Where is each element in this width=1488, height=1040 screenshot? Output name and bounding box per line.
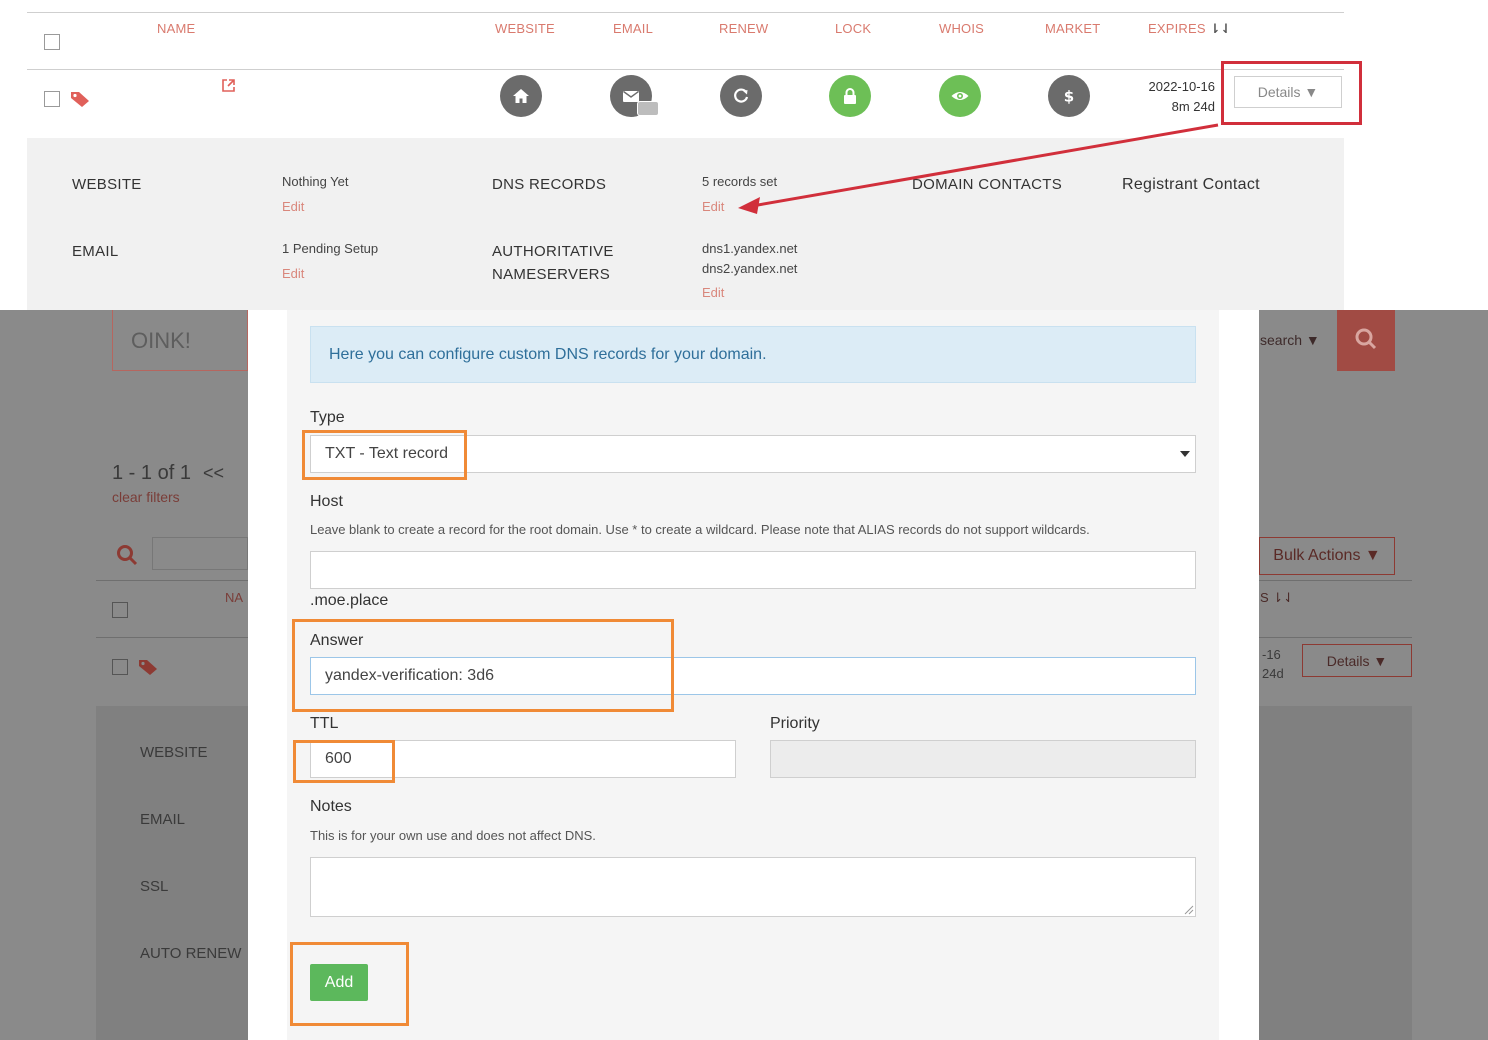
bg-details-button: Details ▼	[1302, 644, 1412, 677]
bg-ssl-label: SSL	[140, 878, 169, 895]
bg-divider	[96, 580, 248, 581]
bg-tag-icon	[139, 660, 157, 675]
domain-list-panel: NAME WEBSITE EMAIL RENEW LOCK WHOIS MARK…	[0, 0, 1488, 310]
annotation-arrow	[738, 123, 1219, 214]
annotation-highlight	[290, 942, 409, 1026]
search-icon	[1355, 328, 1377, 350]
bg-search-text: OINK!	[131, 328, 191, 353]
bg-details-panel	[1259, 706, 1412, 1040]
bg-search-dropdown: search ▼	[1260, 332, 1320, 348]
notes-help-text: This is for your own use and does not af…	[310, 828, 596, 843]
priority-label: Priority	[770, 715, 820, 732]
bg-divider	[96, 637, 248, 638]
notes-label: Notes	[310, 798, 352, 815]
priority-input	[770, 740, 1196, 778]
host-help-text: Leave blank to create a record for the r…	[310, 522, 1090, 537]
bg-search-box: OINK!	[112, 310, 248, 371]
bg-email-label: EMAIL	[140, 811, 186, 828]
bg-search-button	[1337, 310, 1395, 371]
annotation-highlight	[302, 430, 467, 480]
bg-website-label: WEBSITE	[140, 744, 208, 761]
bg-clear-filters: clear filters	[112, 489, 180, 505]
type-label: Type	[310, 409, 345, 426]
info-alert: Here you can configure custom DNS record…	[310, 326, 1196, 383]
host-label: Host	[310, 493, 343, 510]
host-domain-suffix: .moe.place	[310, 592, 389, 609]
bg-row-checkbox	[112, 659, 128, 675]
bg-pagination: 1 - 1 of 1	[112, 462, 191, 484]
bg-expires-sort-icon: S ⇂⇃	[1260, 590, 1295, 605]
annotation-highlight	[293, 740, 395, 783]
bg-expires-cell: -16 24d	[1262, 647, 1284, 681]
bg-name-header: NA	[225, 590, 244, 605]
bg-filter-search-icon	[117, 545, 138, 566]
notes-textarea[interactable]	[310, 857, 1196, 917]
chevron-down-icon	[1180, 451, 1190, 457]
bg-divider	[1259, 637, 1412, 638]
bg-divider	[1259, 580, 1412, 581]
bg-auto-renew-label: AUTO RENEW	[140, 945, 242, 962]
annotation-highlight	[292, 619, 674, 712]
ttl-label: TTL	[310, 715, 339, 732]
resize-handle-icon[interactable]	[1184, 905, 1194, 915]
bg-pagination-prev: <<	[203, 463, 225, 483]
bg-select-all-checkbox	[112, 602, 128, 618]
bg-filter-input	[152, 537, 248, 570]
bg-bulk-actions: Bulk Actions ▼	[1259, 537, 1395, 575]
host-input[interactable]	[310, 551, 1196, 589]
